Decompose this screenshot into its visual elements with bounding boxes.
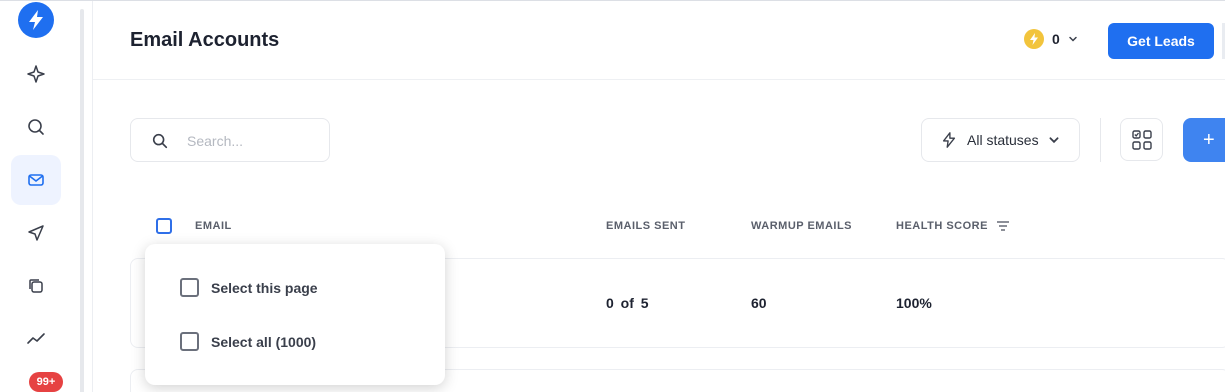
column-header-emails-sent[interactable]: EMAILS SENT <box>606 220 685 232</box>
sparkle-icon <box>27 65 45 83</box>
column-header-email[interactable]: EMAIL <box>195 220 232 232</box>
checkbox[interactable] <box>180 332 199 351</box>
select-all-checkbox[interactable] <box>156 218 172 234</box>
menu-item-select-page[interactable]: Select this page <box>180 278 318 297</box>
menu-item-label: Select all (1000) <box>211 333 317 350</box>
chevron-down-icon <box>1049 137 1059 144</box>
view-toggle-button[interactable] <box>1120 118 1163 161</box>
search-icon <box>28 119 44 135</box>
copy-icon <box>29 279 43 293</box>
chevron-down-icon <box>1069 36 1077 42</box>
lightning-logo[interactable] <box>18 2 54 38</box>
divider <box>93 79 1225 80</box>
sidebar-item-analytics[interactable] <box>11 314 61 364</box>
menu-item-label: Select this page <box>211 279 318 296</box>
credits-dropdown[interactable]: 0 <box>1024 29 1078 49</box>
add-account-button[interactable]: + <box>1183 118 1225 162</box>
page-title: Email Accounts <box>130 29 280 51</box>
sidebar: 99+ <box>0 1 72 392</box>
search-box[interactable] <box>130 118 330 162</box>
sidebar-scrollbar[interactable] <box>80 9 84 392</box>
sidebar-item-search[interactable] <box>11 102 61 152</box>
coin-icon <box>1024 29 1044 49</box>
menu-item-select-all[interactable]: Select all (1000) <box>180 332 316 351</box>
status-filter-dropdown[interactable]: All statuses <box>921 118 1080 162</box>
app-window: 99+ Email Accounts 0 Get Leads All statu… <box>0 0 1225 392</box>
divider <box>1100 118 1101 162</box>
column-header-health-score[interactable]: HEALTH SCORE <box>896 220 1009 232</box>
get-leads-button[interactable]: Get Leads <box>1108 23 1214 59</box>
sidebar-item-sparkle[interactable] <box>11 49 61 99</box>
sort-icon <box>996 221 1009 231</box>
select-dropdown-menu: Select this page Select all (1000) <box>145 244 445 385</box>
grid-icon <box>1131 129 1152 150</box>
sidebar-item-templates[interactable] <box>11 261 61 311</box>
notification-badge[interactable]: 99+ <box>29 372 63 392</box>
status-filter-label: All statuses <box>967 132 1039 148</box>
lightning-icon <box>942 132 956 148</box>
checkbox[interactable] <box>180 278 199 297</box>
column-header-warmup-emails[interactable]: WARMUP EMAILS <box>751 220 852 232</box>
lightning-icon <box>29 10 43 30</box>
mail-icon <box>28 174 44 186</box>
credits-value: 0 <box>1052 31 1060 47</box>
divider <box>92 1 93 392</box>
send-icon <box>28 225 44 241</box>
sidebar-item-campaigns[interactable] <box>11 208 61 258</box>
health-score-value: 100% <box>896 295 932 311</box>
search-icon <box>152 133 168 149</box>
warmup-emails-value: 60 <box>751 295 767 311</box>
trend-icon <box>27 333 45 344</box>
emails-sent-value: 0 of 5 <box>606 295 649 311</box>
column-header-label: HEALTH SCORE <box>896 220 988 232</box>
search-input[interactable] <box>187 131 317 151</box>
sidebar-item-email[interactable] <box>11 155 61 205</box>
